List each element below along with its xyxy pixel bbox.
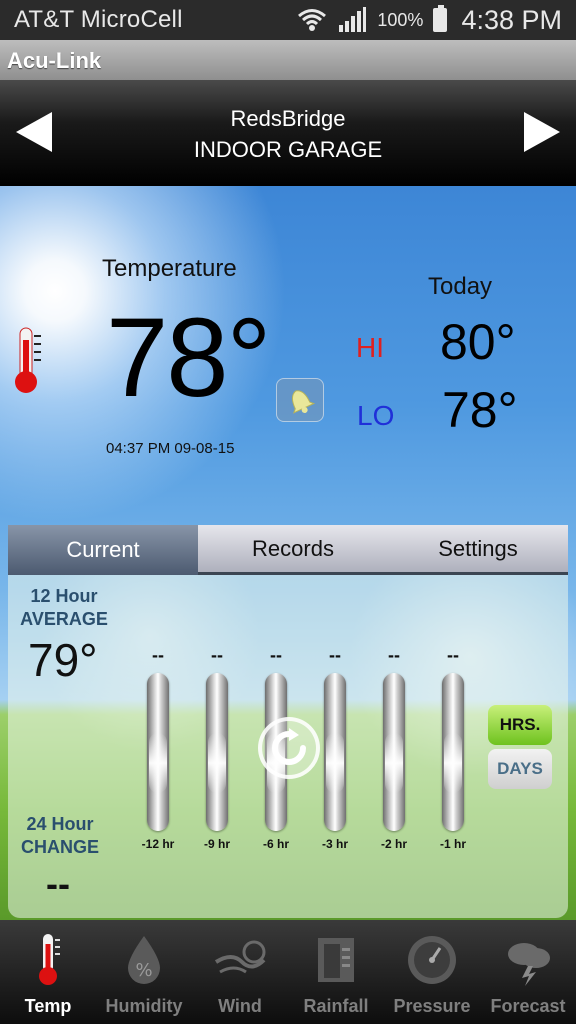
days-toggle-button[interactable]: DAYS: [488, 749, 552, 789]
location-name: RedsBridge: [230, 106, 346, 131]
nav-label-forecast: Forecast: [490, 996, 566, 1016]
nav-label-pressure: Pressure: [393, 996, 471, 1016]
tab-records[interactable]: Records: [198, 525, 388, 575]
average-value: 79°: [28, 634, 98, 686]
sensor-name: INDOOR GARAGE: [193, 137, 383, 162]
average-title-line1: 12 Hour: [30, 586, 98, 606]
nav-item-wind[interactable]: Wind: [192, 920, 288, 1024]
history-bar-value: --: [211, 645, 223, 665]
nav-label-rainfall: Rainfall: [303, 996, 369, 1016]
today-label: Today: [428, 273, 493, 300]
change-title-line2: CHANGE: [20, 837, 99, 857]
next-location-arrow-icon[interactable]: [524, 112, 560, 152]
app-title: Acu-Link: [7, 48, 102, 73]
pressure-gauge-icon: [408, 936, 456, 984]
history-bar-value: --: [152, 645, 164, 665]
battery-percent: 100%: [377, 9, 424, 30]
change-title-line1: 24 Hour: [26, 814, 94, 834]
rain-gauge-icon: [318, 938, 354, 982]
history-bar-track: [147, 673, 169, 831]
nav-label-temp: Temp: [24, 996, 72, 1016]
history-bar-label: -1 hr: [439, 837, 466, 851]
history-bar-track: [324, 673, 346, 831]
refresh-icon: [272, 728, 306, 765]
change-title: 24 Hour CHANGE: [8, 813, 112, 859]
refresh-button[interactable]: [258, 717, 320, 779]
storm-cloud-icon: [508, 943, 550, 986]
nav-label-wind: Wind: [218, 996, 262, 1016]
history-bar-value: --: [388, 645, 400, 665]
battery-icon: [433, 5, 448, 32]
history-panel: Current Records Settings 12 Hour AVERAGE…: [8, 525, 568, 918]
bell-icon: [291, 390, 316, 414]
history-bar-value: --: [447, 645, 459, 665]
hours-toggle-button[interactable]: HRS.: [488, 705, 552, 745]
tab-settings[interactable]: Settings: [388, 525, 568, 575]
history-bar-track: [383, 673, 405, 831]
nav-item-humidity[interactable]: % Humidity: [96, 920, 192, 1024]
low-temperature: 78°: [442, 382, 518, 438]
low-label: LO: [357, 400, 395, 431]
nav-item-forecast[interactable]: Forecast: [480, 920, 576, 1024]
history-bar-label: -12 hr: [141, 837, 175, 851]
high-label: HI: [356, 332, 384, 363]
svg-text:%: %: [135, 960, 152, 981]
nav-item-pressure[interactable]: Pressure: [384, 920, 480, 1024]
history-bar-track: [442, 673, 464, 831]
alert-bell-button[interactable]: [276, 378, 324, 422]
signal-icon: [339, 7, 367, 32]
history-bar-value: --: [329, 645, 341, 665]
thermometer-icon: [15, 327, 41, 393]
carrier-name: AT&T MicroCell: [14, 6, 183, 33]
humidity-drop-icon: %: [128, 936, 160, 984]
average-title: 12 Hour AVERAGE: [8, 585, 120, 631]
history-bar-track: [206, 673, 228, 831]
nav-item-rainfall[interactable]: Rainfall: [288, 920, 384, 1024]
current-temperature: 78°: [106, 295, 271, 420]
history-bar-label: -3 hr: [321, 837, 348, 851]
status-clock: 4:38 PM: [461, 4, 562, 35]
location-header: RedsBridge INDOOR GARAGE: [0, 80, 576, 186]
bottom-navigation: Temp % Humidity Wind Rainfall Pressure F…: [0, 920, 576, 1024]
status-indicators: 100% 4:38 PM: [297, 5, 562, 36]
history-bar-label: -2 hr: [380, 837, 407, 851]
high-temperature: 80°: [440, 314, 516, 370]
nav-item-temp[interactable]: Temp: [0, 920, 96, 1024]
history-bar-label: -9 hr: [203, 837, 230, 851]
temperature-label: Temperature: [102, 255, 237, 282]
tab-current[interactable]: Current: [8, 525, 198, 575]
history-bar-label: -6 hr: [262, 837, 289, 851]
change-value: --: [46, 863, 70, 904]
app-title-bar: Acu-Link: [0, 40, 576, 80]
average-title-line2: AVERAGE: [20, 609, 108, 629]
reading-timestamp: 04:37 PM 09-08-15: [106, 440, 235, 457]
wind-icon: [214, 940, 266, 974]
status-bar: AT&T MicroCell 100% 4:38 PM: [0, 0, 576, 40]
nav-label-humidity: Humidity: [105, 996, 183, 1016]
history-bar-value: --: [270, 645, 282, 665]
wifi-icon: [298, 9, 327, 31]
thermometer-icon: [39, 934, 60, 985]
panel-tabs: Current Records Settings: [8, 525, 568, 575]
